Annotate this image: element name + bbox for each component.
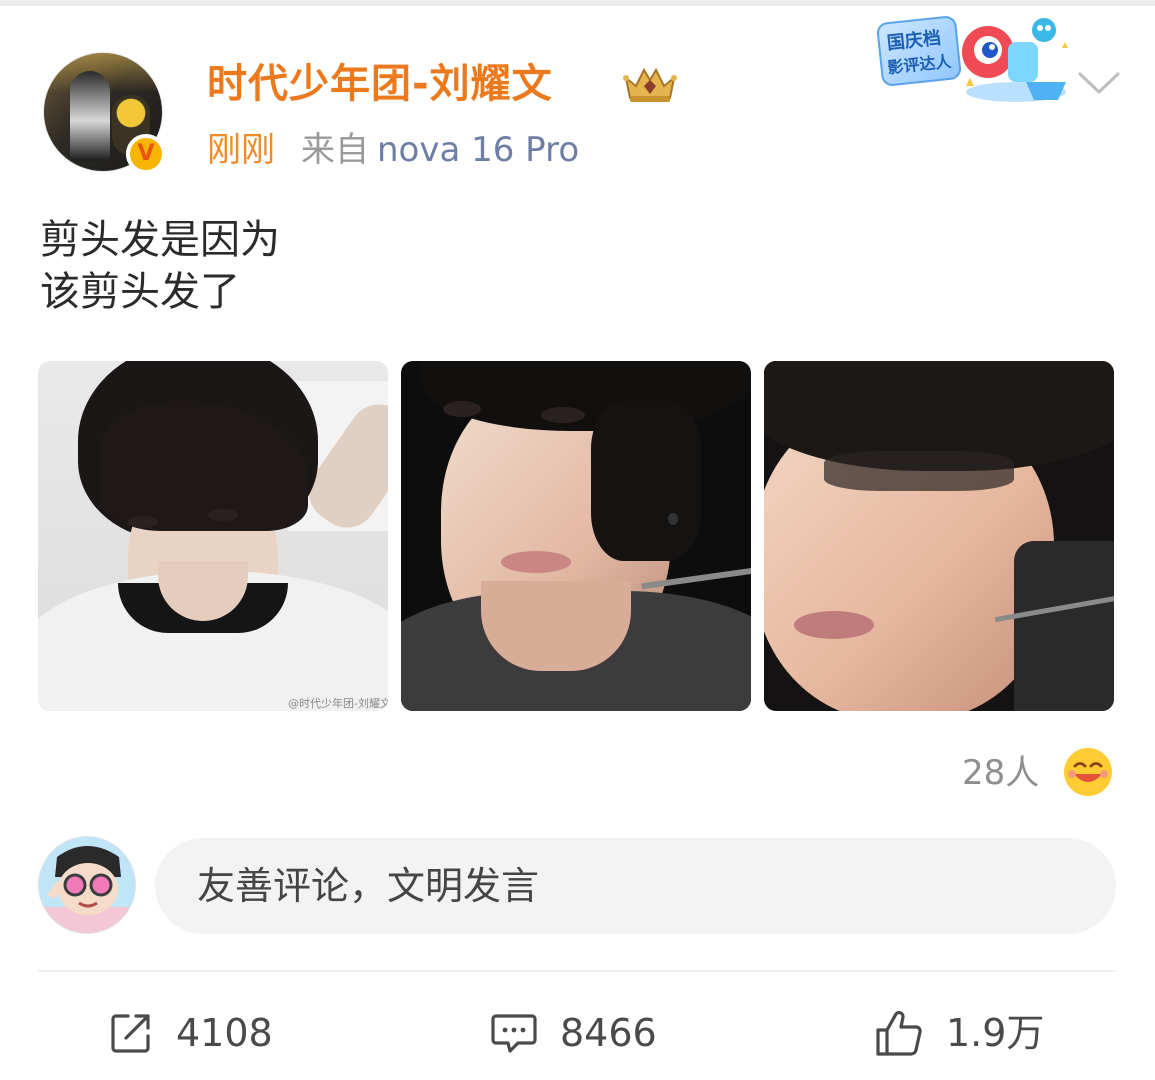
top-border [0, 0, 1155, 6]
repost-button[interactable]: 4108 [108, 1004, 308, 1062]
thumbs-up-icon [876, 1011, 922, 1056]
post-text-line: 该剪头发了 [40, 269, 240, 315]
author-name[interactable]: 时代少年团-刘耀文 [207, 56, 553, 112]
post-time: 刚刚 [207, 130, 275, 170]
repost-count: 4108 [176, 1011, 273, 1055]
comment-button[interactable]: 8466 [490, 1004, 690, 1062]
photo-watermark: @时代少年团-刘耀文 [288, 697, 388, 710]
post-photo-3[interactable] [764, 361, 1114, 711]
author-avatar[interactable]: V [43, 52, 167, 176]
device-link[interactable]: nova 16 Pro [377, 130, 579, 170]
divider [38, 970, 1116, 972]
post-text: 剪头发是因为 该剪头发了 [40, 214, 280, 318]
comment-count: 8466 [560, 1011, 657, 1055]
campaign-badge-icon[interactable]: 国庆档 影评达人 [876, 12, 1072, 108]
like-button[interactable]: 1.9万 [874, 1004, 1074, 1062]
post-photo-1[interactable]: @时代少年团-刘耀文 [38, 361, 388, 711]
crown-badge-icon[interactable] [622, 64, 678, 104]
reaction-count[interactable]: 28人 [962, 750, 1039, 796]
comment-icon [491, 1014, 537, 1053]
verified-badge-icon: V [126, 134, 166, 174]
source-label: 来自 [301, 130, 369, 170]
post-photo-2[interactable] [401, 361, 751, 711]
comment-input[interactable]: 友善评论，文明发言 [155, 838, 1116, 934]
like-count: 1.9万 [946, 1011, 1045, 1055]
laughing-emoji-icon[interactable] [1062, 746, 1114, 798]
current-user-avatar[interactable] [38, 836, 136, 934]
post-meta: 刚刚 来自 nova 16 Pro [207, 126, 579, 174]
post-text-line: 剪头发是因为 [40, 217, 280, 263]
chevron-down-icon[interactable] [1076, 66, 1122, 96]
repost-icon [111, 1014, 150, 1053]
